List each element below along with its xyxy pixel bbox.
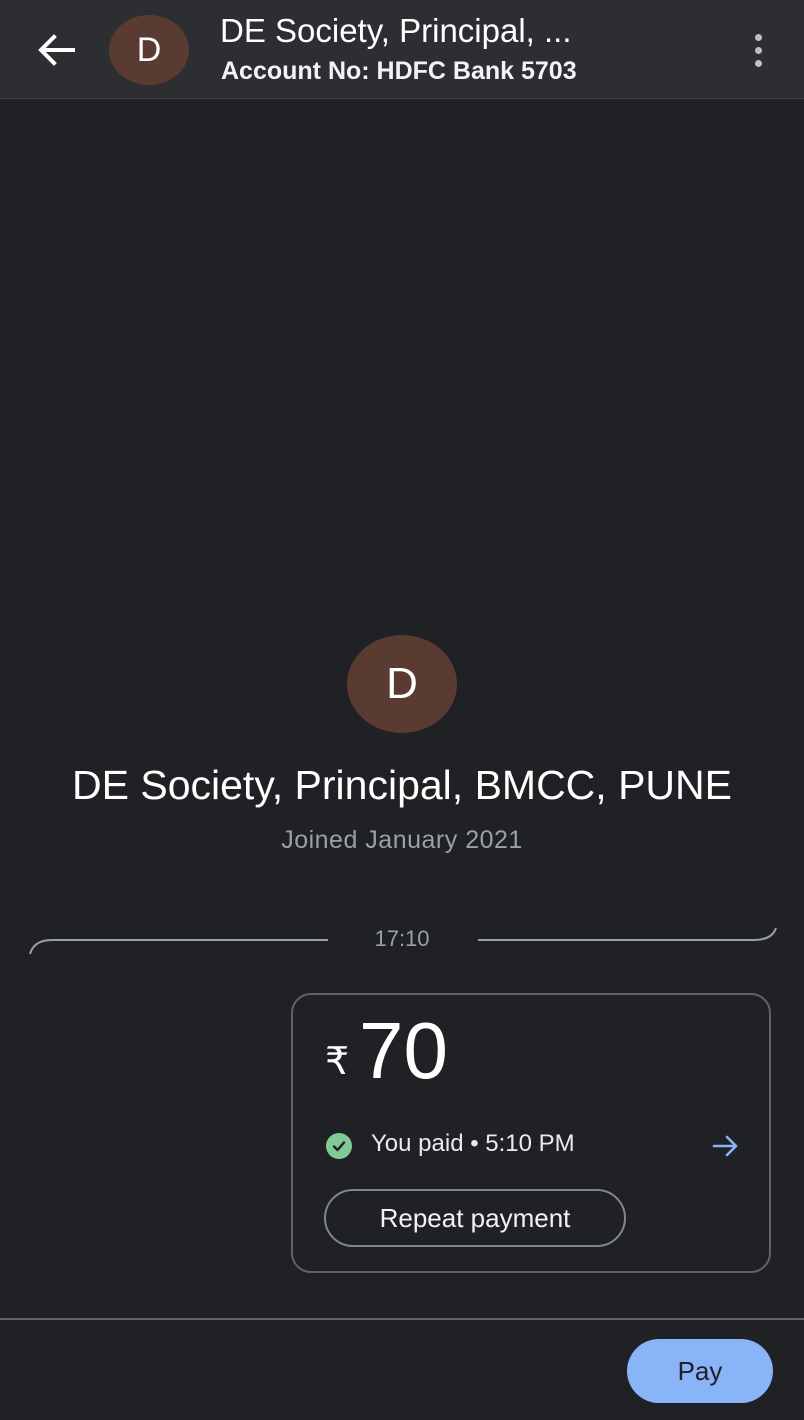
pay-button[interactable]: Pay [627,1339,773,1403]
check-circle-icon [326,1133,352,1159]
top-app-bar: D DE Society, Principal, ... Account No:… [0,0,804,99]
bottom-divider [0,1318,804,1320]
payment-card[interactable]: ₹ 70 You paid • 5:10 PM Repeat payment [291,993,771,1273]
arrow-forward-icon[interactable] [711,1131,741,1161]
contact-avatar-small[interactable]: D [109,15,189,85]
header-title[interactable]: DE Society, Principal, ... [220,12,572,50]
joined-date: Joined January 2021 [281,826,523,854]
currency-symbol: ₹ [325,1041,350,1083]
header-account-number: Account No: HDFC Bank 5703 [221,57,577,85]
avatar-initial: D [136,30,162,69]
more-vert-icon-dot [754,46,762,54]
contact-avatar-large: D [347,635,457,733]
back-button[interactable] [26,22,86,78]
back-arrow-icon [38,34,75,66]
avatar-initial: D [386,659,418,708]
contact-name: DE Society, Principal, BMCC, PUNE [72,762,732,808]
more-vert-icon-dot [754,59,762,67]
payment-status: You paid • 5:10 PM [371,1130,575,1157]
more-options-button[interactable] [738,24,778,76]
more-vert-icon-dot [754,33,762,41]
message-timestamp: 17:10 [374,926,430,951]
repeat-payment-button[interactable]: Repeat payment [324,1189,626,1247]
payment-amount: 70 [359,1006,448,1095]
